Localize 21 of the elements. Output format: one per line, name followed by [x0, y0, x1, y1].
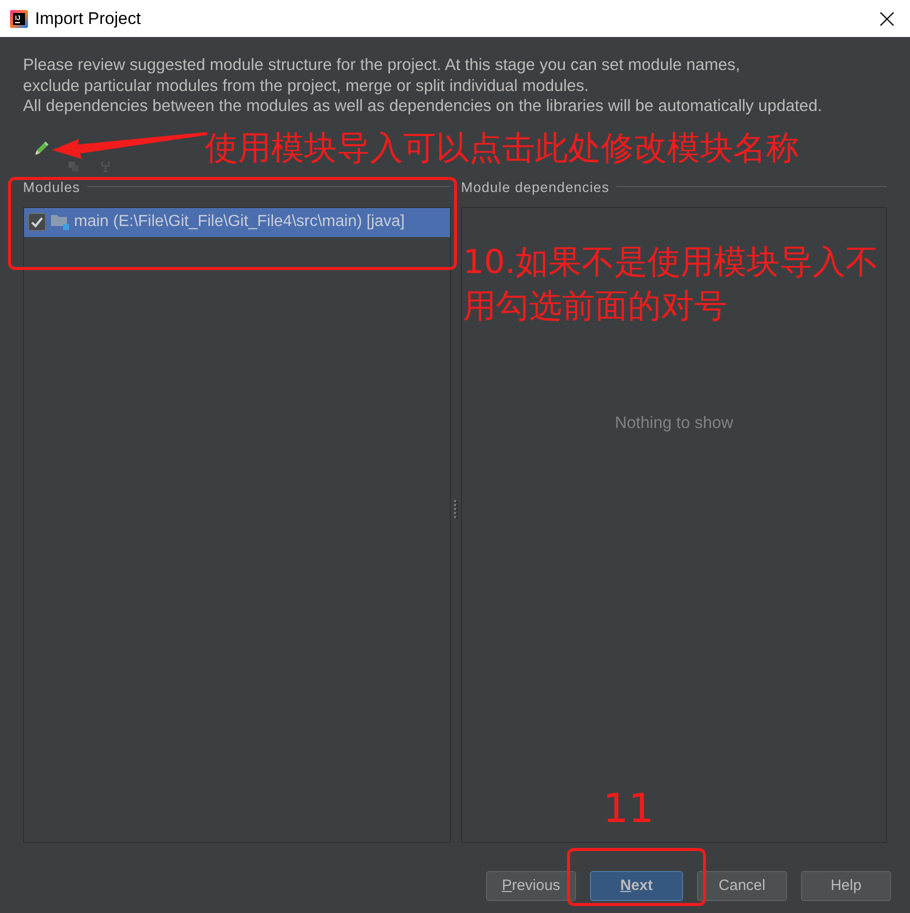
description-line: exclude particular modules from the project, merge or split individual modules. [23, 76, 590, 96]
annotation-text: 11 [603, 785, 654, 834]
splitter-grip-icon[interactable] [454, 500, 458, 519]
dialog-button[interactable]: Cancel [697, 870, 787, 900]
pencil-icon[interactable] [33, 140, 49, 156]
description-line: Please review suggested module structure for the project. At this stage you can set module names, [23, 55, 742, 76]
close-icon[interactable] [880, 12, 894, 26]
description-line: All dependencies between the modules as well as dependencies on the libraries will be automatically updated. [23, 96, 824, 116]
section-heading: Modules [23, 178, 80, 194]
dialog-button[interactable]: Next [590, 870, 683, 900]
folder-icon [51, 214, 69, 230]
checkbox[interactable] [28, 213, 46, 231]
annotation-text: 使用模块导入可以点击此处修改模块名称 [205, 127, 799, 169]
module-row[interactable]: main (E:\File\Git_File\Git_File4\src\main) [java] [24, 208, 450, 236]
annotation-text: 10.如果不是使用模块导入不用勾选前面的对号 [463, 241, 880, 327]
empty-message: Nothing to show [614, 414, 734, 432]
module-label: main (E:\File\Git_File\Git_File4\src\main) [java] [74, 213, 405, 231]
section-heading: Module dependencies [461, 178, 610, 194]
dialog-button[interactable]: Previous [486, 870, 576, 900]
window-title: Import Project [35, 8, 141, 28]
dialog-button[interactable]: Help [801, 870, 891, 900]
